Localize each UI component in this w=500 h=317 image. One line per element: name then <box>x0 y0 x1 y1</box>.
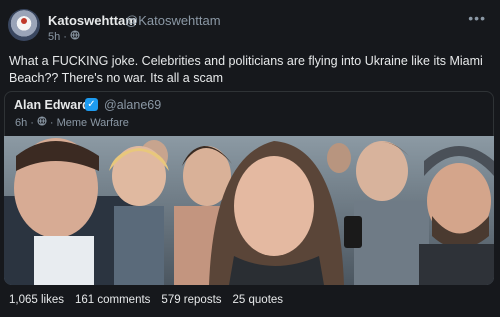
likes-count[interactable]: 1,065 likes <box>9 294 64 306</box>
verified-badge-icon: ✓ <box>85 98 98 111</box>
quoted-post-meta: 6h · · Meme Warfare <box>15 116 129 129</box>
separator: · <box>63 30 67 43</box>
post-time[interactable]: 5h <box>48 31 60 43</box>
separator: · <box>49 116 54 129</box>
post-text: What a FUCKING joke. Celebrities and pol… <box>9 54 483 85</box>
community-name[interactable]: Meme Warfare <box>57 117 129 129</box>
globe-icon <box>37 116 47 129</box>
engagement-stats: 1,065 likes 161 comments 579 reposts 25 … <box>9 294 283 306</box>
more-icon[interactable]: ••• <box>468 10 486 26</box>
crowd-photo-image <box>4 136 494 285</box>
quoted-post-photo[interactable] <box>4 136 494 285</box>
author-avatar[interactable] <box>8 9 40 41</box>
quoted-author-handle[interactable]: @alane69 <box>104 98 161 112</box>
post-meta: 5h · <box>48 30 80 43</box>
quoted-author-display-name[interactable]: Alan Edward <box>14 98 90 112</box>
globe-icon <box>70 30 80 43</box>
separator: · <box>30 116 34 129</box>
quoted-post-time[interactable]: 6h <box>15 117 27 129</box>
reposts-count[interactable]: 579 reposts <box>161 294 221 306</box>
author-display-name[interactable]: Katoswehttam <box>48 13 137 28</box>
comments-count[interactable]: 161 comments <box>75 294 150 306</box>
author-handle[interactable]: @Katoswehttam <box>125 13 221 28</box>
quotes-count[interactable]: 25 quotes <box>233 294 284 306</box>
